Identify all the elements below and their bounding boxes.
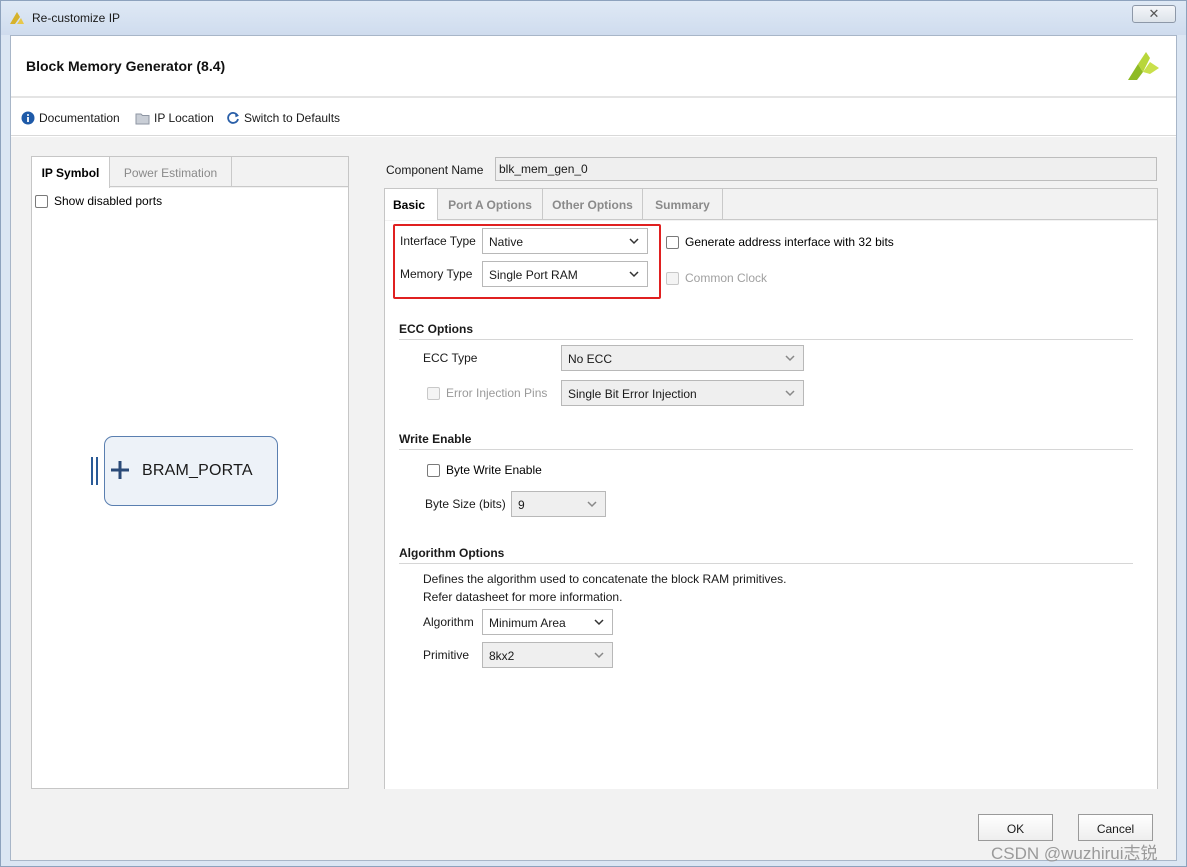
- memory-type-label: Memory Type: [400, 267, 473, 281]
- error-injection-checkbox: [427, 386, 440, 400]
- algorithm-label: Algorithm: [423, 615, 474, 629]
- write-enable-section-title: Write Enable: [399, 432, 472, 446]
- error-injection-label: Error Injection Pins: [446, 386, 548, 400]
- close-button[interactable]: ✕: [1132, 5, 1176, 23]
- chevron-down-icon: [629, 238, 639, 245]
- memory-type-value: Single Port RAM: [489, 268, 578, 282]
- algorithm-divider: [399, 563, 1133, 564]
- chevron-down-icon: [785, 390, 795, 397]
- common-clock-checkbox: [666, 271, 679, 285]
- folder-icon: [135, 113, 150, 124]
- byte-write-enable-checkbox[interactable]: [427, 463, 440, 477]
- algorithm-select[interactable]: Minimum Area: [482, 609, 613, 635]
- dialog-body: IP Symbol Power Estimation Show disabled…: [11, 137, 1176, 860]
- generate-address-label: Generate address interface with 32 bits: [685, 235, 894, 249]
- ip-symbol-panel: IP Symbol Power Estimation Show disabled…: [31, 156, 349, 789]
- generate-address-checkbox[interactable]: [666, 235, 679, 249]
- dialog-window: Re-customize IP ✕ Block Memory Generator…: [0, 0, 1187, 867]
- component-name-label: Component Name: [386, 163, 484, 177]
- tab-summary[interactable]: Summary: [643, 189, 723, 219]
- tab-port-a-options[interactable]: Port A Options: [438, 189, 543, 219]
- ip-location-link[interactable]: IP Location: [135, 111, 214, 125]
- byte-write-enable-label: Byte Write Enable: [446, 463, 542, 477]
- byte-size-select[interactable]: 9: [511, 491, 606, 517]
- refresh-icon: [227, 112, 239, 124]
- ecc-type-value: No ECC: [568, 352, 613, 366]
- ecc-divider: [399, 339, 1133, 340]
- memory-type-select[interactable]: Single Port RAM: [482, 261, 648, 287]
- interface-type-value: Native: [489, 235, 524, 249]
- basic-tab-content: Interface Type Native Memory Type Single…: [385, 221, 1157, 789]
- algorithm-value: Minimum Area: [489, 616, 566, 630]
- documentation-label: Documentation: [39, 111, 120, 125]
- show-disabled-ports-label: Show disabled ports: [54, 194, 163, 208]
- algorithm-section-title: Algorithm Options: [399, 546, 505, 560]
- toolbar: Documentation IP Location Switch to Defa…: [11, 100, 1176, 136]
- byte-size-label: Byte Size (bits): [425, 497, 506, 511]
- documentation-link[interactable]: Documentation: [21, 111, 120, 125]
- component-name-input[interactable]: blk_mem_gen_0: [495, 157, 1157, 181]
- algorithm-desc-line1: Defines the algorithm used to concatenat…: [423, 572, 787, 586]
- switch-defaults-link[interactable]: Switch to Defaults: [226, 111, 340, 125]
- tab-ip-symbol[interactable]: IP Symbol: [32, 157, 110, 188]
- chevron-down-icon: [594, 652, 604, 659]
- watermark: CSDN @wuzhirui志锐: [991, 844, 1158, 863]
- interface-type-label: Interface Type: [400, 234, 476, 248]
- page-title: Block Memory Generator (8.4): [26, 58, 226, 74]
- port-bus-icon: [91, 457, 98, 485]
- common-clock-label: Common Clock: [685, 271, 768, 285]
- error-injection-value: Single Bit Error Injection: [568, 387, 697, 401]
- options-tab-bar: Basic Port A Options Other Options Summa…: [385, 189, 1157, 220]
- ecc-section-title: ECC Options: [399, 322, 473, 336]
- primitive-select[interactable]: 8kx2: [482, 642, 613, 668]
- common-clock-row: Common Clock: [666, 271, 767, 285]
- primitive-label: Primitive: [423, 648, 470, 662]
- chevron-down-icon: [594, 619, 604, 626]
- byte-write-enable-row[interactable]: Byte Write Enable: [427, 463, 542, 477]
- primitive-value: 8kx2: [489, 649, 515, 663]
- title-bar: Re-customize IP ✕: [1, 1, 1186, 35]
- tab-power-estimation[interactable]: Power Estimation: [110, 157, 232, 187]
- chevron-down-icon: [785, 355, 795, 362]
- bram-port-label: BRAM_PORTA: [142, 462, 253, 479]
- options-panel: Basic Port A Options Other Options Summa…: [384, 188, 1158, 789]
- window-title: Re-customize IP: [32, 11, 121, 25]
- expand-plus-icon[interactable]: [110, 460, 130, 480]
- dialog-client: Block Memory Generator (8.4) Documentati…: [10, 35, 1177, 861]
- xilinx-logo-icon: [1128, 52, 1159, 80]
- generate-address-row[interactable]: Generate address interface with 32 bits: [666, 235, 894, 249]
- cancel-button[interactable]: Cancel: [1078, 814, 1153, 841]
- interface-type-select[interactable]: Native: [482, 228, 648, 254]
- error-injection-row: Error Injection Pins: [427, 386, 547, 400]
- tab-basic[interactable]: Basic: [385, 189, 438, 220]
- left-tab-bar: IP Symbol Power Estimation: [32, 157, 348, 188]
- ecc-type-label: ECC Type: [423, 351, 478, 365]
- info-icon: [21, 111, 35, 125]
- chevron-down-icon: [587, 501, 597, 508]
- dialog-header: Block Memory Generator (8.4): [11, 36, 1176, 98]
- ip-location-label: IP Location: [154, 111, 214, 125]
- switch-defaults-label: Switch to Defaults: [244, 111, 341, 125]
- algorithm-desc-line2: Refer datasheet for more information.: [423, 590, 623, 604]
- app-icon: [10, 12, 24, 24]
- show-disabled-ports-checkbox[interactable]: [35, 194, 48, 208]
- write-enable-divider: [399, 449, 1133, 450]
- chevron-down-icon: [629, 271, 639, 278]
- byte-size-value: 9: [518, 498, 525, 512]
- show-disabled-ports-row[interactable]: Show disabled ports: [35, 194, 162, 208]
- ecc-type-select[interactable]: No ECC: [561, 345, 804, 371]
- error-injection-select[interactable]: Single Bit Error Injection: [561, 380, 804, 406]
- ok-button[interactable]: OK: [978, 814, 1053, 841]
- tab-other-options[interactable]: Other Options: [543, 189, 643, 219]
